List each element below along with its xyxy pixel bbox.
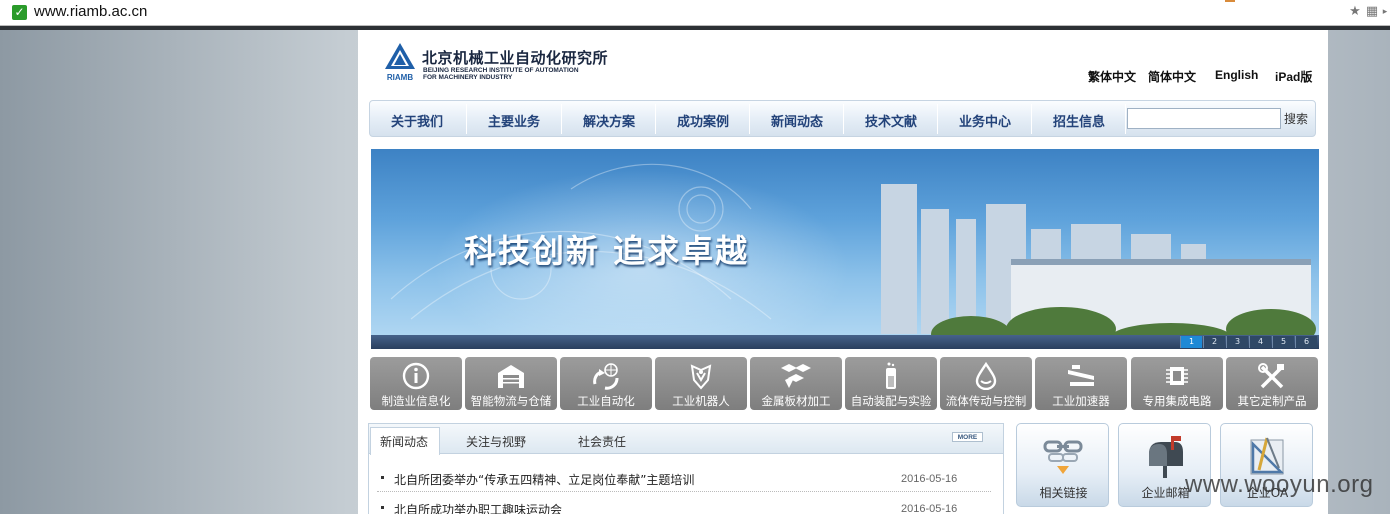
nav-item-solutions[interactable]: 解决方案 xyxy=(562,111,656,130)
tab-focus-vision[interactable]: 关注与视野 xyxy=(466,433,526,450)
nav-item-business-center[interactable]: 业务中心 xyxy=(938,111,1032,130)
banner-page-5[interactable]: 5 xyxy=(1272,336,1294,348)
logo-mark-text: RIAMB xyxy=(387,73,413,82)
lang-english-link[interactable]: English xyxy=(1215,68,1258,82)
banner-page-4[interactable]: 4 xyxy=(1249,336,1271,348)
lang-traditional-link[interactable]: 繁体中文 xyxy=(1088,68,1136,85)
category-tile-manufacturing-info[interactable]: 制造业信息化 xyxy=(370,357,462,410)
category-label: 工业自动化 xyxy=(577,394,635,408)
row-divider xyxy=(377,491,991,492)
fluid-drop-icon xyxy=(975,362,997,390)
category-tile-automation[interactable]: 工业自动化 xyxy=(560,357,652,410)
category-label: 流体传动与控制 xyxy=(945,394,1027,408)
news-date: 2016-05-16 xyxy=(901,503,958,514)
news-title[interactable]: 北自所团委举办“传承五四精神、立足岗位奉献”主题培训 xyxy=(394,471,694,488)
category-label: 工业加速器 xyxy=(1052,394,1110,408)
nav-item-about[interactable]: 关于我们 xyxy=(370,111,464,130)
category-label: 专用集成电路 xyxy=(1142,394,1212,408)
quick-link-related[interactable]: 相关链接 xyxy=(1016,423,1109,507)
category-tile-custom-products[interactable]: 其它定制产品 xyxy=(1226,357,1318,410)
bullet-icon xyxy=(381,476,384,479)
nav-item-news[interactable]: 新闻动态 xyxy=(750,111,844,130)
nav-item-business[interactable]: 主要业务 xyxy=(467,111,561,130)
category-label: 自动装配与实验 xyxy=(850,394,932,408)
category-label: 智能物流与仓储 xyxy=(470,394,552,408)
tab-news[interactable]: 新闻动态 xyxy=(380,433,428,450)
category-tile-asic[interactable]: 专用集成电路 xyxy=(1131,357,1223,410)
warehouse-icon xyxy=(498,365,524,388)
banner-page-6[interactable]: 6 xyxy=(1295,336,1317,348)
bullet-icon xyxy=(381,506,384,509)
search-input[interactable] xyxy=(1127,108,1281,129)
category-label: 金属板材加工 xyxy=(761,394,831,408)
category-tile-assembly-testing[interactable]: 自动装配与实验 xyxy=(845,357,937,410)
logo-english-line1: BEIJING RESEARCH INSTITUTE OF AUTOMATION xyxy=(423,67,579,74)
quick-link-label: 相关链接 xyxy=(1039,486,1088,500)
category-label: 工业机器人 xyxy=(672,394,730,408)
banner-page-2[interactable]: 2 xyxy=(1203,336,1225,348)
address-bar[interactable]: ✓ www.riamb.ac.cn ★ ▦ ▸ xyxy=(0,0,1390,26)
banner-footer-strip xyxy=(371,335,1319,349)
secure-check-icon: ✓ xyxy=(12,5,27,20)
chip-icon xyxy=(1166,367,1188,385)
tab-social-responsibility[interactable]: 社会责任 xyxy=(578,433,626,450)
category-label: 其它定制产品 xyxy=(1237,394,1307,408)
logo-chinese-name: 北京机械工业自动化研究所 xyxy=(422,49,609,67)
category-tile-logistics[interactable]: 智能物流与仓储 xyxy=(465,357,557,410)
test-tube-icon xyxy=(886,362,896,389)
accelerator-icon xyxy=(1068,365,1094,386)
category-tile-sheet-metal[interactable]: 金属板材加工 xyxy=(750,357,842,410)
riamb-logo-icon[interactable]: RIAMB xyxy=(383,42,417,82)
watermark-text: www.wooyun.org xyxy=(1185,471,1374,498)
nav-item-literature[interactable]: 技术文献 xyxy=(844,111,938,130)
banner-slogan: 科技创新 追求卓越 xyxy=(464,232,750,270)
scroll-arrow-icon[interactable]: ▸ xyxy=(1377,4,1390,20)
category-tile-robots[interactable]: 工业机器人 xyxy=(655,357,747,410)
tab-indicator xyxy=(1225,0,1235,2)
category-tile-fluid-control[interactable]: 流体传动与控制 xyxy=(940,357,1032,410)
news-tab-bar xyxy=(369,424,1003,454)
globe-arrows-icon xyxy=(593,363,619,390)
metal-sheets-icon xyxy=(781,364,811,388)
nav-item-cases[interactable]: 成功案例 xyxy=(656,111,750,130)
nav-divider xyxy=(1125,104,1126,134)
news-title[interactable]: 北自所成功举办职工趣味运动会 xyxy=(394,501,562,514)
lang-simplified-link[interactable]: 简体中文 xyxy=(1148,68,1196,85)
link-chain-icon xyxy=(1043,440,1083,474)
tools-icon xyxy=(1258,363,1284,389)
search-button[interactable]: 搜索 xyxy=(1284,110,1308,127)
robot-shield-icon xyxy=(690,364,712,390)
nav-item-admissions[interactable]: 招生信息 xyxy=(1032,111,1126,130)
banner-page-3[interactable]: 3 xyxy=(1226,336,1248,348)
mailbox-icon xyxy=(1149,436,1183,478)
banner-page-1[interactable]: 1 xyxy=(1180,336,1202,348)
lang-ipad-link[interactable]: iPad版 xyxy=(1275,68,1312,85)
category-tile-accelerator[interactable]: 工业加速器 xyxy=(1035,357,1127,410)
bookmark-star-icon[interactable]: ★ xyxy=(1347,4,1363,20)
info-icon xyxy=(402,362,430,390)
category-label: 制造业信息化 xyxy=(381,394,451,408)
news-date: 2016-05-16 xyxy=(901,473,958,485)
url-text[interactable]: www.riamb.ac.cn xyxy=(34,3,147,20)
more-button[interactable]: MORE xyxy=(952,432,983,442)
logo-english-line2: FOR MACHINERY INDUSTRY xyxy=(423,74,513,81)
